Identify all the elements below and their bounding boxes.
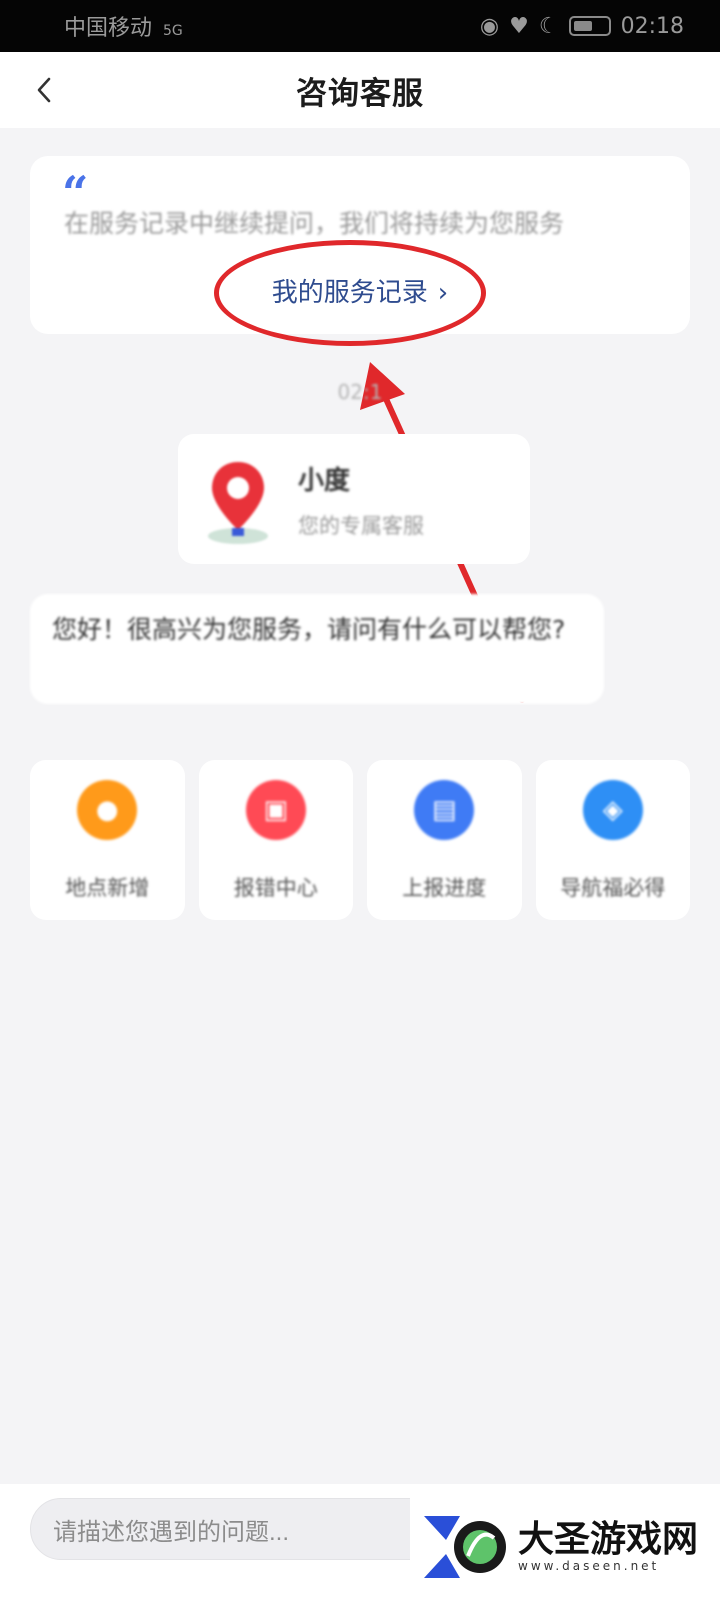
greeting-bubble: 您好！很高兴为您服务，请问有什么可以帮您? [30, 594, 604, 704]
service-label: 上报进度 [402, 876, 487, 900]
agent-role: 您的专属客服 [298, 514, 424, 538]
service-tile-report-center[interactable]: ▣ 报错中心 [198, 760, 353, 920]
status-left: 中国移动 5G [64, 10, 183, 42]
service-tile-navigation[interactable]: ◈ 导航福必得 [535, 760, 690, 920]
service-label: 导航福必得 [560, 876, 666, 900]
highlight-ellipse [214, 240, 486, 346]
daseen-logo-icon [424, 1516, 506, 1578]
watermark-text: 大圣游戏网 www.daseen.net [518, 1519, 698, 1573]
chat-timestamp: 02:1 [337, 380, 383, 404]
clock-label: 02:18 [620, 13, 684, 39]
agent-card: 小度 您的专属客服 [178, 434, 530, 564]
agent-name: 小度 [298, 466, 351, 496]
status-right: ◉ ♥ ☾ 02:18 [480, 14, 684, 39]
watermark: 大圣游戏网 www.daseen.net [410, 1492, 720, 1600]
location-icon: ♥ [509, 13, 529, 39]
navigation-icon: ◈ [582, 780, 643, 840]
watermark-url: www.daseen.net [518, 1559, 660, 1573]
report-icon: ▣ [245, 780, 306, 840]
chevron-left-icon [37, 77, 51, 103]
back-button[interactable] [26, 70, 62, 110]
map-pin-avatar-icon [208, 462, 268, 544]
nav-bar: 咨询客服 [0, 52, 720, 128]
status-bar: 中国移动 5G ◉ ♥ ☾ 02:18 [0, 0, 720, 52]
alarm-icon: ◉ [479, 13, 500, 39]
quick-services: ● 地点新增 ▣ 报错中心 ▤ 上报进度 ◈ 导航福必得 [30, 760, 690, 920]
service-tile-add-place[interactable]: ● 地点新增 [30, 760, 185, 920]
page-title: 咨询客服 [296, 75, 424, 112]
moon-icon: ☾ [538, 13, 559, 39]
service-record-description: 在服务记录中继续提问，我们将持续为您服务 [64, 209, 565, 238]
carrier-label: 中国移动 [64, 16, 153, 41]
network-label: 5G [163, 23, 183, 39]
watermark-name: 大圣游戏网 [518, 1518, 699, 1560]
battery-icon [568, 16, 611, 36]
service-label: 报错中心 [233, 876, 318, 900]
service-tile-report-progress[interactable]: ▤ 上报进度 [367, 760, 522, 920]
progress-icon: ▤ [414, 780, 475, 840]
pin-icon: ● [77, 780, 138, 840]
service-label: 地点新增 [65, 876, 150, 900]
